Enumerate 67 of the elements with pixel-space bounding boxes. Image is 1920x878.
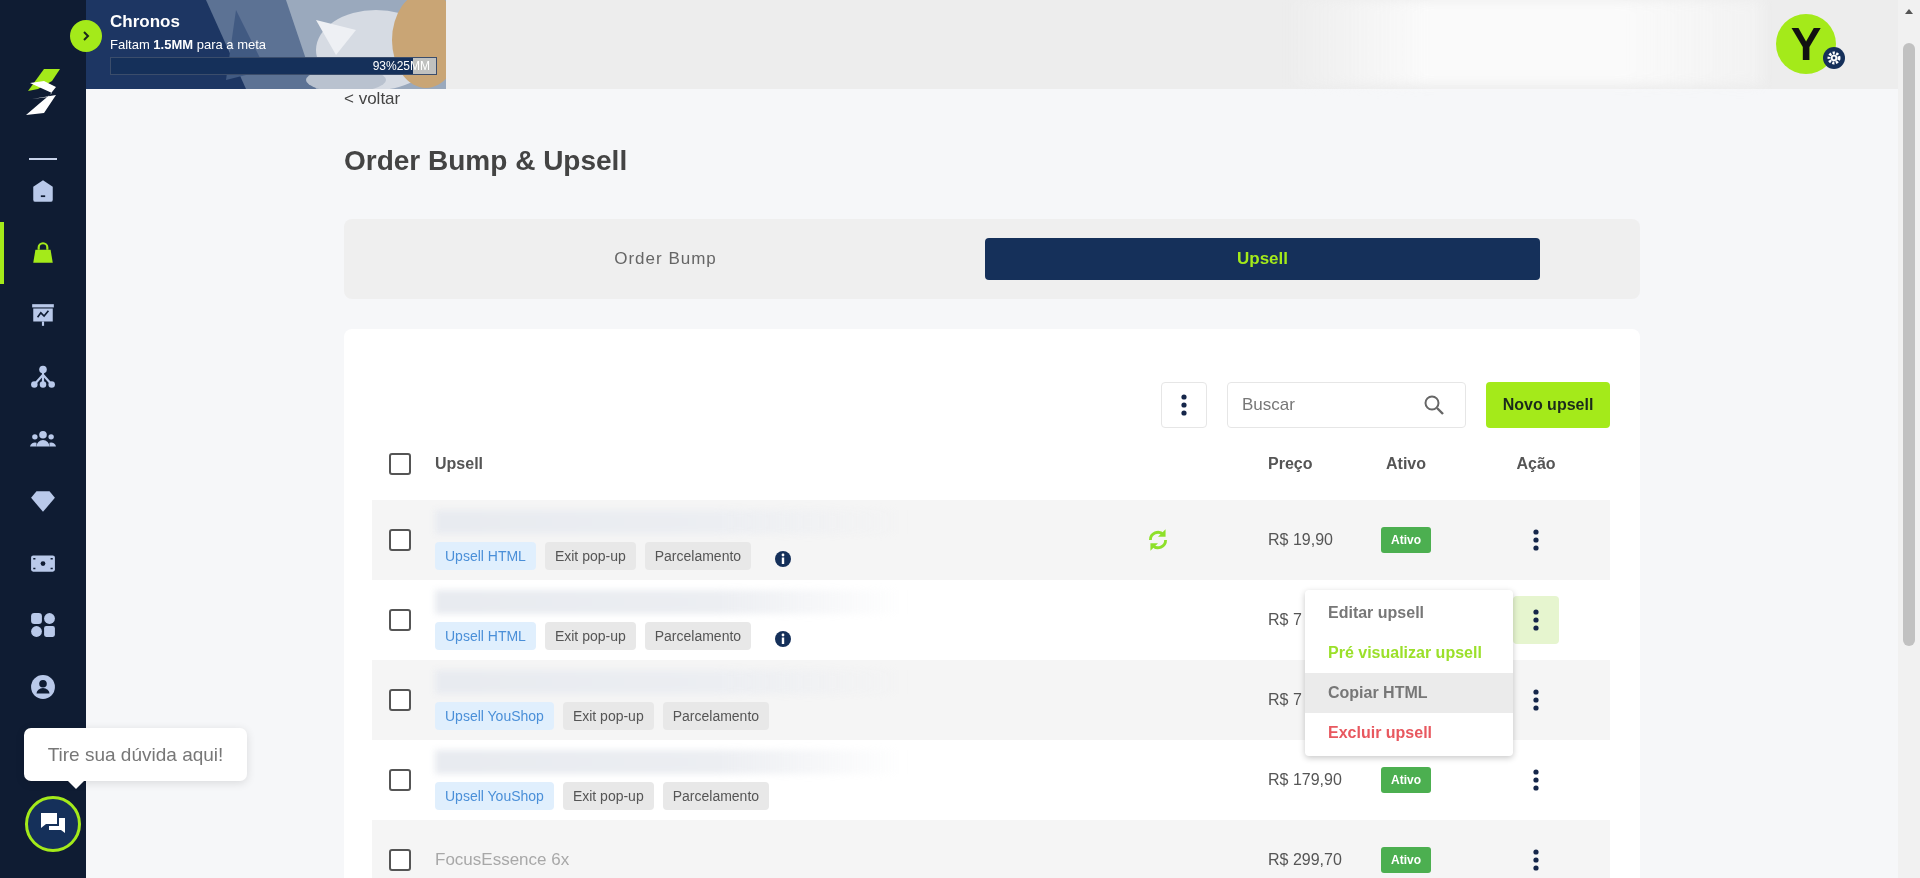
- kebab-icon: [1533, 529, 1539, 551]
- goal-text: Faltam 1.5MM para a meta: [110, 37, 268, 52]
- tag: Exit pop-up: [562, 702, 654, 730]
- row-checkbox[interactable]: [389, 529, 411, 551]
- chat-button[interactable]: [25, 796, 81, 852]
- price-text: R$ 19,90: [1268, 531, 1333, 548]
- diamond-icon[interactable]: [30, 488, 56, 514]
- kebab-icon: [1533, 769, 1539, 791]
- help-tooltip: Tire sua dúvida aqui!: [24, 728, 247, 781]
- price-text: R$ 7: [1268, 611, 1302, 628]
- apps-grid-icon[interactable]: [30, 612, 56, 638]
- column-header: Upsell: [435, 455, 483, 472]
- status-badge: Ativo: [1381, 767, 1431, 793]
- row-checkbox[interactable]: [389, 689, 411, 711]
- presentation-board-icon[interactable]: [30, 302, 56, 328]
- gear-icon[interactable]: [1823, 47, 1845, 69]
- tag: Exit pop-up: [562, 782, 654, 810]
- tag: Parcelamento: [644, 622, 752, 650]
- back-link[interactable]: < voltar: [344, 89, 401, 109]
- tag: Upsell HTML: [435, 542, 536, 570]
- row-checkbox[interactable]: [389, 609, 411, 631]
- new-upsell-button[interactable]: Novo upsell: [1486, 382, 1610, 428]
- status-badge: Ativo: [1381, 847, 1431, 873]
- search-icon: [1422, 393, 1446, 417]
- menu-item[interactable]: Excluir upsell: [1305, 713, 1513, 753]
- price-text: R$ 7: [1268, 691, 1302, 708]
- column-header: Ativo: [1386, 455, 1426, 473]
- kebab-icon: [1181, 394, 1187, 416]
- tab[interactable]: Upsell: [985, 238, 1540, 280]
- user-avatar[interactable]: Y: [1776, 14, 1836, 74]
- tag: Parcelamento: [644, 542, 752, 570]
- kebab-icon: [1533, 849, 1539, 871]
- menu-item[interactable]: Editar upsell: [1305, 593, 1513, 633]
- price-text: R$ 179,90: [1268, 771, 1342, 788]
- column-header: Ação: [1516, 455, 1556, 473]
- kebab-icon: [1533, 609, 1539, 631]
- page-title: Order Bump & Upsell: [344, 145, 628, 177]
- scrollbar[interactable]: [1898, 0, 1920, 878]
- tag: Parcelamento: [662, 702, 770, 730]
- price-text: R$ 299,70: [1268, 851, 1342, 868]
- status-badge: Ativo: [1381, 527, 1431, 553]
- tag: Parcelamento: [662, 782, 770, 810]
- upsell-name: FocusEssence 6x: [435, 850, 571, 870]
- home-icon[interactable]: [30, 178, 56, 204]
- shopping-bag-icon[interactable]: [30, 240, 56, 266]
- tag: Upsell YouShop: [435, 702, 554, 730]
- tag: Exit pop-up: [544, 622, 636, 650]
- info-icon[interactable]: [774, 630, 793, 648]
- row-checkbox[interactable]: [389, 849, 411, 871]
- kebab-icon: [1533, 689, 1539, 711]
- more-options-button[interactable]: [1161, 382, 1207, 428]
- expand-button[interactable]: [70, 20, 102, 52]
- tooltip-pointer: [68, 781, 84, 789]
- network-icon[interactable]: [30, 364, 56, 390]
- search-field[interactable]: Buscar: [1227, 382, 1466, 428]
- user-circle-icon[interactable]: [30, 674, 56, 700]
- tab[interactable]: Order Bump: [388, 238, 943, 280]
- banner-title: Chronos: [110, 12, 181, 32]
- row-checkbox[interactable]: [389, 769, 411, 791]
- column-header: Preço: [1268, 455, 1313, 472]
- tag: Upsell YouShop: [435, 782, 554, 810]
- row-actions-button[interactable]: [1513, 596, 1559, 644]
- tag: Upsell HTML: [435, 622, 536, 650]
- info-icon[interactable]: [774, 550, 793, 568]
- select-all-checkbox[interactable]: [389, 453, 411, 475]
- menu-item[interactable]: Copiar HTML: [1305, 673, 1513, 713]
- tag: Exit pop-up: [544, 542, 636, 570]
